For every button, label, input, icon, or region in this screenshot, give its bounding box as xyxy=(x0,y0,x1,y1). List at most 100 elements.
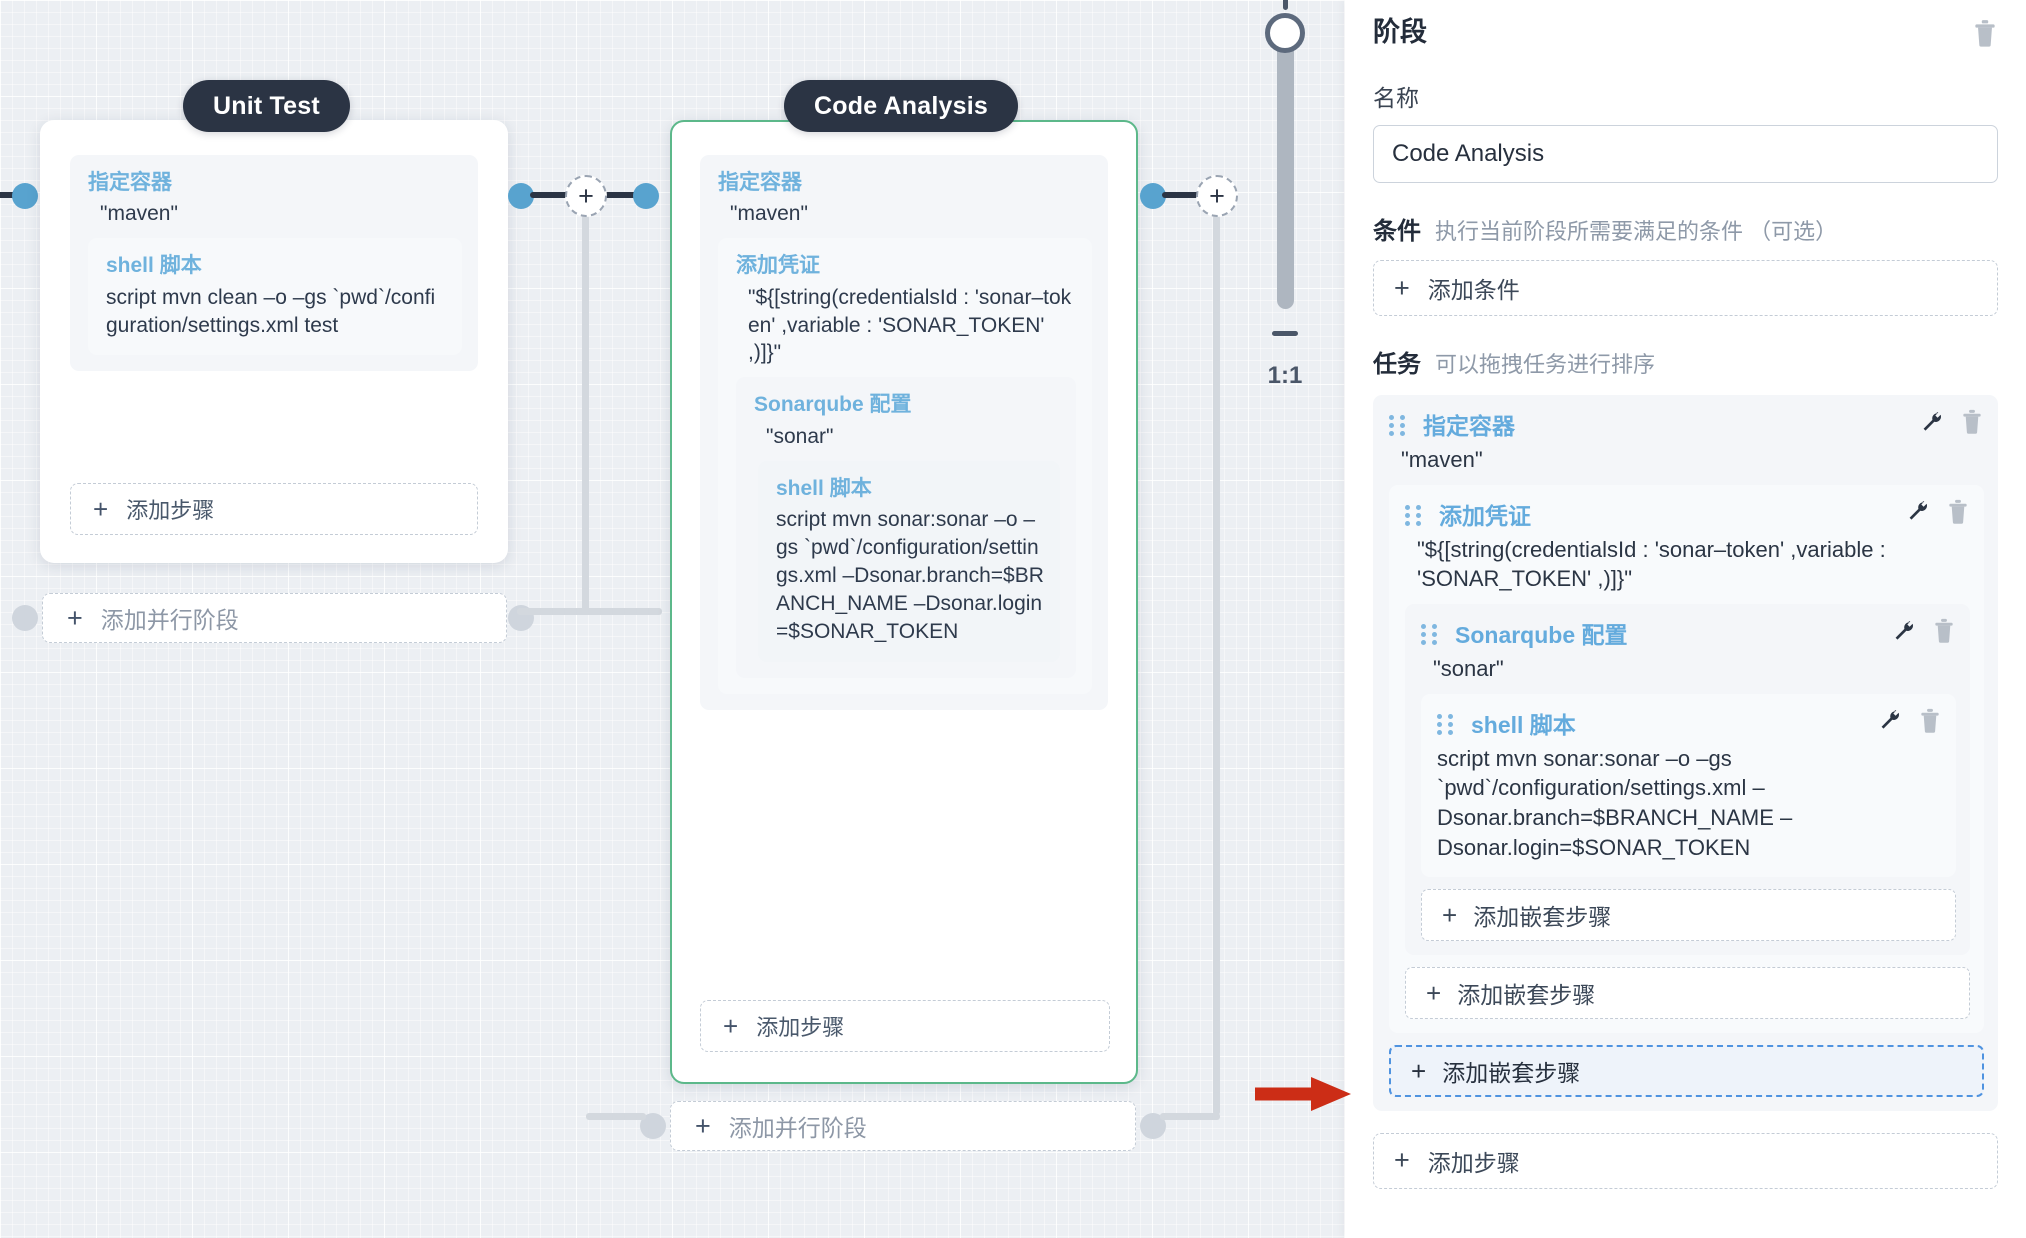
add-nested-step-button-level1-highlighted[interactable]: + 添加嵌套步骤 xyxy=(1389,1044,1984,1097)
connector-dot-parallel-1-in[interactable] xyxy=(12,605,38,631)
task-item-container[interactable]: 指定容器 "maven" 添加凭证 "${[string(credentials… xyxy=(1373,395,1998,1111)
add-step-label: 添加步骤 xyxy=(126,498,215,523)
plus-icon: + xyxy=(1394,272,1410,303)
step-title-shell: shell 脚本 xyxy=(106,254,202,278)
add-nested-step-label: 添加嵌套步骤 xyxy=(1457,981,1596,1008)
step-title-container-2: 指定容器 xyxy=(718,171,802,194)
edge-branch-drop-2 xyxy=(1213,215,1220,1115)
task-row-shell: shell 脚本 xyxy=(1437,706,1942,740)
add-step-label: 添加步骤 xyxy=(756,1015,845,1040)
add-parallel-stage-label: 添加并行阶段 xyxy=(100,607,239,633)
step-block-container-2[interactable]: 指定容器 "maven" 添加凭证 "${[string(credentials… xyxy=(700,155,1108,710)
zoom-slider-track[interactable] xyxy=(1265,13,1305,309)
add-parallel-stage-button-1[interactable]: + 添加并行阶段 xyxy=(42,593,507,643)
task-item-shell[interactable]: shell 脚本 script mvn sonar:sonar –o –gs `… xyxy=(1421,693,1956,877)
add-step-label: 添加步骤 xyxy=(1427,1149,1520,1176)
step-value-sonarqube: "sonar" xyxy=(766,424,834,448)
step-value-credentials: "${[string(credentialsId : 'sonar–token'… xyxy=(748,285,1072,365)
panel-header: 阶段 xyxy=(1373,17,1998,53)
step-value-shell: script mvn clean –o –gs `pwd`/configurat… xyxy=(106,285,436,337)
condition-label: 条件 xyxy=(1373,218,1421,245)
task-actions-sonarqube xyxy=(1892,617,1956,649)
wrench-icon[interactable] xyxy=(1920,410,1944,439)
add-step-button-panel[interactable]: + 添加步骤 xyxy=(1373,1132,1998,1189)
plus-icon: + xyxy=(1394,1145,1410,1175)
add-parallel-stage-button-2[interactable]: + 添加并行阶段 xyxy=(670,1101,1136,1151)
trash-icon[interactable] xyxy=(1946,498,1970,530)
edge-branch-join-1 xyxy=(582,608,662,615)
step-value-shell-2: script mvn sonar:sonar –o –gs `pwd`/conf… xyxy=(776,507,1044,643)
insert-stage-button-1[interactable]: + xyxy=(565,175,607,217)
wrench-icon[interactable] xyxy=(1906,499,1930,528)
plus-icon: + xyxy=(1442,899,1458,930)
add-condition-label: 添加条件 xyxy=(1427,277,1520,303)
stage-detail-panel: 阶段 名称 Code Analysis 条件 执行当前阶段所需要满足的条件 （可… xyxy=(1345,0,2026,1238)
step-title-container: 指定容器 xyxy=(88,171,172,194)
add-condition-button[interactable]: + 添加条件 xyxy=(1373,260,1998,316)
trash-icon[interactable] xyxy=(1972,18,1998,53)
drag-handle-icon[interactable] xyxy=(1421,622,1441,646)
name-input[interactable]: Code Analysis xyxy=(1373,125,1998,183)
trash-icon[interactable] xyxy=(1960,408,1984,440)
stage-title-unit-test[interactable]: Unit Test xyxy=(183,80,350,132)
add-step-button-code-analysis[interactable]: + 添加步骤 xyxy=(700,1000,1110,1052)
step-title-credentials: 添加凭证 xyxy=(736,254,820,278)
plus-icon: + xyxy=(695,1110,711,1141)
zoom-out-button[interactable] xyxy=(1272,331,1298,336)
task-name-shell: shell 脚本 xyxy=(1471,711,1576,738)
plus-icon: + xyxy=(1411,1055,1427,1086)
add-nested-step-button-level3[interactable]: + 添加嵌套步骤 xyxy=(1421,888,1956,941)
task-name-sonarqube: Sonarqube 配置 xyxy=(1455,622,1628,649)
name-field-label: 名称 xyxy=(1373,85,1419,111)
add-nested-step-label: 添加嵌套步骤 xyxy=(1473,903,1612,930)
drag-handle-icon[interactable] xyxy=(1389,413,1409,436)
zoom-control[interactable]: 1:1 xyxy=(1252,0,1318,390)
step-value-container: "maven" xyxy=(100,202,178,226)
task-name-container: 指定容器 xyxy=(1423,413,1515,439)
wrench-icon[interactable] xyxy=(1892,619,1916,648)
plus-icon: + xyxy=(93,494,109,524)
step-block-sonarqube[interactable]: Sonarqube 配置 "sonar" shell 脚本 script mvn… xyxy=(736,377,1076,678)
connector-dot-unit-test-in[interactable] xyxy=(12,183,38,209)
task-row-sonarqube: Sonarqube 配置 xyxy=(1421,616,1956,650)
stage-title-code-analysis[interactable]: Code Analysis xyxy=(784,80,1018,132)
zoom-ratio-label: 1:1 xyxy=(1267,362,1303,389)
edge-branch-join-1b xyxy=(517,608,587,615)
wrench-icon[interactable] xyxy=(1878,708,1902,737)
task-value-container: "maven" xyxy=(1401,447,1483,472)
step-block-credentials[interactable]: 添加凭证 "${[string(credentialsId : 'sonar–t… xyxy=(718,238,1092,694)
task-row-credentials: 添加凭证 xyxy=(1405,497,1970,531)
condition-section-header: 条件 执行当前阶段所需要满足的条件 （可选） xyxy=(1373,211,1998,246)
step-block-shell[interactable]: shell 脚本 script mvn clean –o –gs `pwd`/c… xyxy=(88,238,462,356)
step-block-shell-2[interactable]: shell 脚本 script mvn sonar:sonar –o –gs `… xyxy=(758,460,1060,662)
annotation-arrow-icon xyxy=(1255,1076,1353,1112)
task-value-sonarqube: "sonar" xyxy=(1433,656,1504,682)
insert-stage-button-2[interactable]: + xyxy=(1196,175,1238,217)
connector-dot-code-analysis-in[interactable] xyxy=(633,183,659,209)
app-root: Unit Test 指定容器 "maven" shell 脚本 script m… xyxy=(0,0,2026,1238)
add-nested-step-button-level2[interactable]: + 添加嵌套步骤 xyxy=(1405,966,1970,1019)
plus-icon: + xyxy=(67,602,83,633)
step-block-container[interactable]: 指定容器 "maven" shell 脚本 script mvn clean –… xyxy=(70,155,478,372)
drag-handle-icon[interactable] xyxy=(1437,712,1457,735)
tasks-section-header: 任务 可以拖拽任务进行排序 xyxy=(1373,344,1998,379)
step-value-container-2: "maven" xyxy=(730,202,808,226)
task-value-credentials: "${[string(credentialsId : 'sonar–token'… xyxy=(1417,536,1886,592)
step-title-sonarqube: Sonarqube 配置 xyxy=(754,393,912,417)
add-step-button-unit-test[interactable]: + 添加步骤 xyxy=(70,483,478,535)
stage-card-code-analysis[interactable]: 指定容器 "maven" 添加凭证 "${[string(credentials… xyxy=(670,120,1138,1084)
add-parallel-stage-label: 添加并行阶段 xyxy=(728,1115,867,1141)
tasks-label: 任务 xyxy=(1373,351,1421,378)
trash-icon[interactable] xyxy=(1932,617,1956,649)
pipeline-canvas[interactable]: Unit Test 指定容器 "maven" shell 脚本 script m… xyxy=(0,0,1345,1238)
tasks-hint: 可以拖拽任务进行排序 xyxy=(1435,352,1656,377)
edge-branch-drop-1 xyxy=(582,215,589,615)
stage-card-unit-test[interactable]: 指定容器 "maven" shell 脚本 script mvn clean –… xyxy=(40,120,508,563)
task-item-sonarqube[interactable]: Sonarqube 配置 "sonar" shell 脚本 script mvn… xyxy=(1405,604,1970,955)
task-name-credentials: 添加凭证 xyxy=(1439,502,1531,529)
edge-branch-join-2 xyxy=(1160,1113,1220,1120)
task-item-credentials[interactable]: 添加凭证 "${[string(credentialsId: 'sonar–t… xyxy=(1389,484,1984,1033)
trash-icon[interactable] xyxy=(1918,707,1942,739)
drag-handle-icon[interactable] xyxy=(1405,503,1425,526)
zoom-slider-thumb[interactable] xyxy=(1265,13,1305,53)
